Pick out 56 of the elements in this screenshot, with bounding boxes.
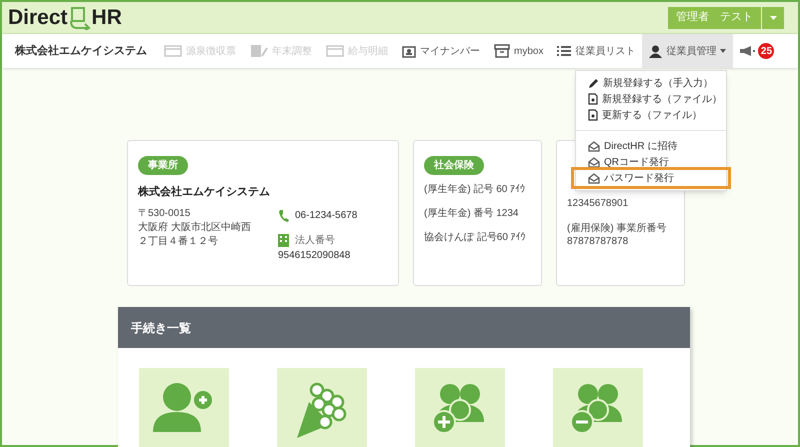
procedure-tile[interactable] bbox=[415, 368, 505, 447]
envelope-icon bbox=[588, 140, 600, 152]
procedure-tile[interactable] bbox=[277, 368, 367, 447]
envelope-icon bbox=[588, 172, 600, 184]
menu-item[interactable]: 更新する（ファイル） bbox=[576, 107, 726, 123]
phone-number: 06-1234-5678 bbox=[295, 208, 358, 222]
category-badge: 事業所 bbox=[138, 156, 188, 175]
info-line: 12345678901 bbox=[567, 197, 630, 210]
nav-tab[interactable]: 従業員管理 bbox=[642, 34, 734, 68]
menu-item[interactable]: 新規登録する（手入力） bbox=[576, 75, 726, 91]
company-name: 株式会社エムケイシステム bbox=[15, 44, 147, 59]
info-line: (雇用保険) 事業所番号 bbox=[567, 222, 668, 235]
info-line: (厚生年金) 記号 60 ｱｲｳ bbox=[424, 183, 526, 196]
address-line: ２丁目４番１２号 bbox=[138, 234, 219, 248]
list-icon bbox=[557, 44, 572, 58]
dropdown-button[interactable] bbox=[762, 6, 784, 28]
address-line: 〒530-0015 bbox=[138, 206, 192, 220]
file-icon bbox=[588, 109, 598, 121]
nav-tab[interactable]: 従業員リスト bbox=[550, 34, 642, 68]
menu-item[interactable]: 新規登録する（ファイル） bbox=[576, 91, 726, 107]
notification-count: 25 bbox=[758, 43, 774, 59]
document-pen-icon bbox=[250, 44, 268, 58]
horn-icon bbox=[739, 46, 756, 56]
nav-tab[interactable]: マイナンバー bbox=[395, 34, 487, 68]
envelope-icon bbox=[588, 156, 600, 168]
panel-title: 手続き一覧 bbox=[131, 320, 191, 336]
procedure-tile[interactable] bbox=[553, 368, 643, 447]
info-line: 87878787878 bbox=[567, 235, 630, 248]
address-line: 大阪府 大阪市北区中崎西 bbox=[138, 220, 252, 234]
card-icon bbox=[326, 45, 344, 57]
caret-icon bbox=[720, 49, 726, 53]
box-icon bbox=[494, 44, 510, 58]
menu-item[interactable]: パスワード発行 bbox=[574, 170, 728, 186]
procedure-tile[interactable] bbox=[139, 368, 229, 447]
corporate-number: 9546152090848 bbox=[278, 248, 352, 262]
category-badge: 社会保険 bbox=[424, 156, 484, 175]
id-card-icon bbox=[402, 44, 416, 58]
nav-tab[interactable]: mybox bbox=[487, 34, 550, 68]
building-icon bbox=[278, 234, 289, 246]
bouquet-icon bbox=[295, 382, 349, 438]
caret-icon bbox=[770, 16, 776, 20]
menu-item[interactable]: DirectHR に招待 bbox=[576, 138, 726, 154]
pencil-icon bbox=[588, 78, 599, 88]
info-line: (厚生年金) 番号 1234 bbox=[424, 207, 520, 220]
person-icon bbox=[649, 44, 662, 58]
field-label: 法人番号 bbox=[295, 234, 335, 248]
logo-text: HR bbox=[92, 7, 122, 28]
office-name: 株式会社エムケイシステム bbox=[138, 184, 271, 200]
menu-item[interactable]: QRコード発行 bbox=[576, 154, 726, 170]
phone-icon bbox=[278, 208, 289, 222]
card-icon bbox=[164, 45, 182, 57]
info-line: 協会けんぽ 記号60 ｱｲｳ bbox=[424, 231, 527, 244]
file-icon bbox=[588, 93, 598, 105]
logo-text: Direct bbox=[8, 7, 68, 28]
logo-icon bbox=[68, 6, 91, 30]
person-add-icon bbox=[153, 382, 215, 434]
